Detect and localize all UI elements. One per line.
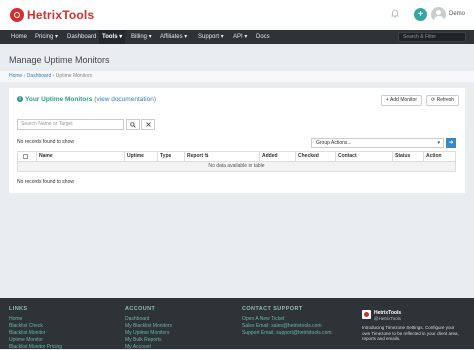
- info-icon: i: [17, 96, 23, 103]
- documentation-note: (view documentation): [94, 96, 157, 103]
- nav-affiliates[interactable]: Affiliates ▾: [160, 30, 187, 44]
- footer-link-blacklist-check[interactable]: Blacklist Check: [9, 323, 43, 329]
- column-status[interactable]: Status: [392, 152, 423, 161]
- view-documentation-link[interactable]: view documentation: [96, 96, 153, 103]
- breadcrumb-separator: ›: [23, 73, 26, 79]
- breadcrumb-dashboard[interactable]: Dashboard: [27, 73, 51, 79]
- tweet-text: Introducing Timezone Settings. Configure…: [362, 325, 459, 342]
- column-report[interactable]: Report ⇅: [184, 152, 259, 161]
- nav-dashboard[interactable]: Dashboard: [67, 30, 96, 44]
- panel-title-text: Your Uptime Monitors: [25, 96, 93, 103]
- breadcrumb-current: Uptime Monitors: [55, 73, 93, 79]
- no-records-text: No records found to show: [17, 179, 74, 185]
- twitter-handle[interactable]: @HetrixTools: [374, 316, 401, 321]
- breadcrumb: Home › Dashboard › Uptime Monitors: [0, 71, 474, 82]
- select-all-checkbox[interactable]: [23, 154, 28, 159]
- group-actions-select[interactable]: Group Actions... ▾: [311, 138, 444, 148]
- footer-link-dashboard[interactable]: Dashboard: [125, 316, 149, 322]
- footer-sales-email[interactable]: Sales Email: sales@hetrixtools.com: [242, 323, 322, 329]
- add-new-button[interactable]: +: [414, 8, 427, 21]
- page-title: Manage Uptime Monitors: [9, 55, 110, 65]
- column-contact[interactable]: Contact: [335, 152, 392, 161]
- nav-support[interactable]: Support ▾: [198, 30, 224, 44]
- footer: LINKS Home Blacklist Check Blacklist Mon…: [0, 298, 474, 350]
- username[interactable]: Demo: [449, 11, 465, 17]
- group-actions-value: Group Actions...: [316, 140, 352, 146]
- breadcrumb-home[interactable]: Home: [9, 73, 22, 79]
- column-name[interactable]: Name: [36, 152, 124, 161]
- add-monitor-button[interactable]: + Add Monitor: [381, 95, 422, 106]
- footer-link-my-blacklist-monitors[interactable]: My Blacklist Monitors: [125, 323, 172, 329]
- nav-pricing[interactable]: Pricing ▾: [35, 30, 58, 44]
- refresh-button[interactable]: ⟳ Refresh: [426, 95, 460, 106]
- chevron-down-icon: ▾: [437, 140, 440, 146]
- column-action: Action: [423, 152, 455, 161]
- search-button[interactable]: [126, 119, 140, 130]
- footer-account-heading: ACCOUNT: [125, 306, 156, 312]
- search-input[interactable]: Search Name or Target: [17, 119, 124, 130]
- footer-link-blacklist-pricing[interactable]: Blacklist Monitor Pricing: [9, 344, 62, 350]
- footer-link-home[interactable]: Home: [9, 316, 22, 322]
- footer-link-blacklist-monitor[interactable]: Blacklist Monitor: [9, 330, 45, 336]
- close-icon: [145, 122, 151, 127]
- select-all-cell: [18, 152, 36, 161]
- footer-support-email[interactable]: Support Email: support@hetrixtools.com: [242, 330, 332, 336]
- nav-tools[interactable]: Tools ▾: [99, 30, 126, 44]
- search-icon: [130, 121, 136, 128]
- footer-link-uptime-monitor[interactable]: Uptime Monitor: [9, 337, 43, 343]
- column-added[interactable]: Added: [259, 152, 295, 161]
- uptime-monitors-panel: i Your Uptime Monitors (view documentatio…: [9, 88, 465, 193]
- empty-table-message: No data available in table: [17, 162, 456, 172]
- logo-icon: [10, 8, 24, 22]
- main-nav: Home Pricing ▾ Dashboard Tools ▾ Billing…: [0, 30, 474, 44]
- clear-search-button[interactable]: [141, 119, 155, 130]
- twitter-avatar: [362, 310, 371, 319]
- column-checked[interactable]: Checked: [295, 152, 335, 161]
- panel-title: i Your Uptime Monitors (view documentatio…: [17, 96, 156, 103]
- avatar[interactable]: [431, 7, 446, 22]
- top-header: HetrixTools + Demo: [0, 0, 474, 30]
- bell-icon[interactable]: [391, 9, 399, 18]
- footer-link-my-uptime-monitors[interactable]: My Uptime Monitors: [125, 330, 169, 336]
- nav-home[interactable]: Home: [11, 30, 27, 44]
- brand-name: HetrixTools: [27, 8, 95, 22]
- footer-link-my-account[interactable]: My Account: [125, 344, 151, 350]
- column-type[interactable]: Type: [157, 152, 184, 161]
- nav-api[interactable]: API ▾: [233, 30, 247, 44]
- no-records-text: No records found to show: [17, 139, 74, 145]
- footer-links-heading: LINKS: [9, 306, 28, 312]
- footer-link-my-bulk-reports[interactable]: My Bulk Reports: [125, 337, 162, 343]
- footer-contact-heading: CONTACT SUPPORT: [242, 306, 303, 312]
- nav-search-input[interactable]: Search & Filter: [398, 32, 466, 42]
- column-uptime[interactable]: Uptime: [124, 152, 157, 161]
- table-header: Name Uptime Type Report ⇅ Added Checked …: [17, 151, 456, 162]
- footer-link-open-ticket[interactable]: Open A New Ticket: [242, 316, 284, 322]
- breadcrumb-separator: ›: [52, 73, 55, 79]
- nav-billing[interactable]: Billing ▾: [131, 30, 152, 44]
- nav-docs[interactable]: Docs: [256, 30, 270, 44]
- apply-group-action-button[interactable]: ➜: [446, 138, 456, 148]
- logo[interactable]: HetrixTools: [10, 8, 94, 22]
